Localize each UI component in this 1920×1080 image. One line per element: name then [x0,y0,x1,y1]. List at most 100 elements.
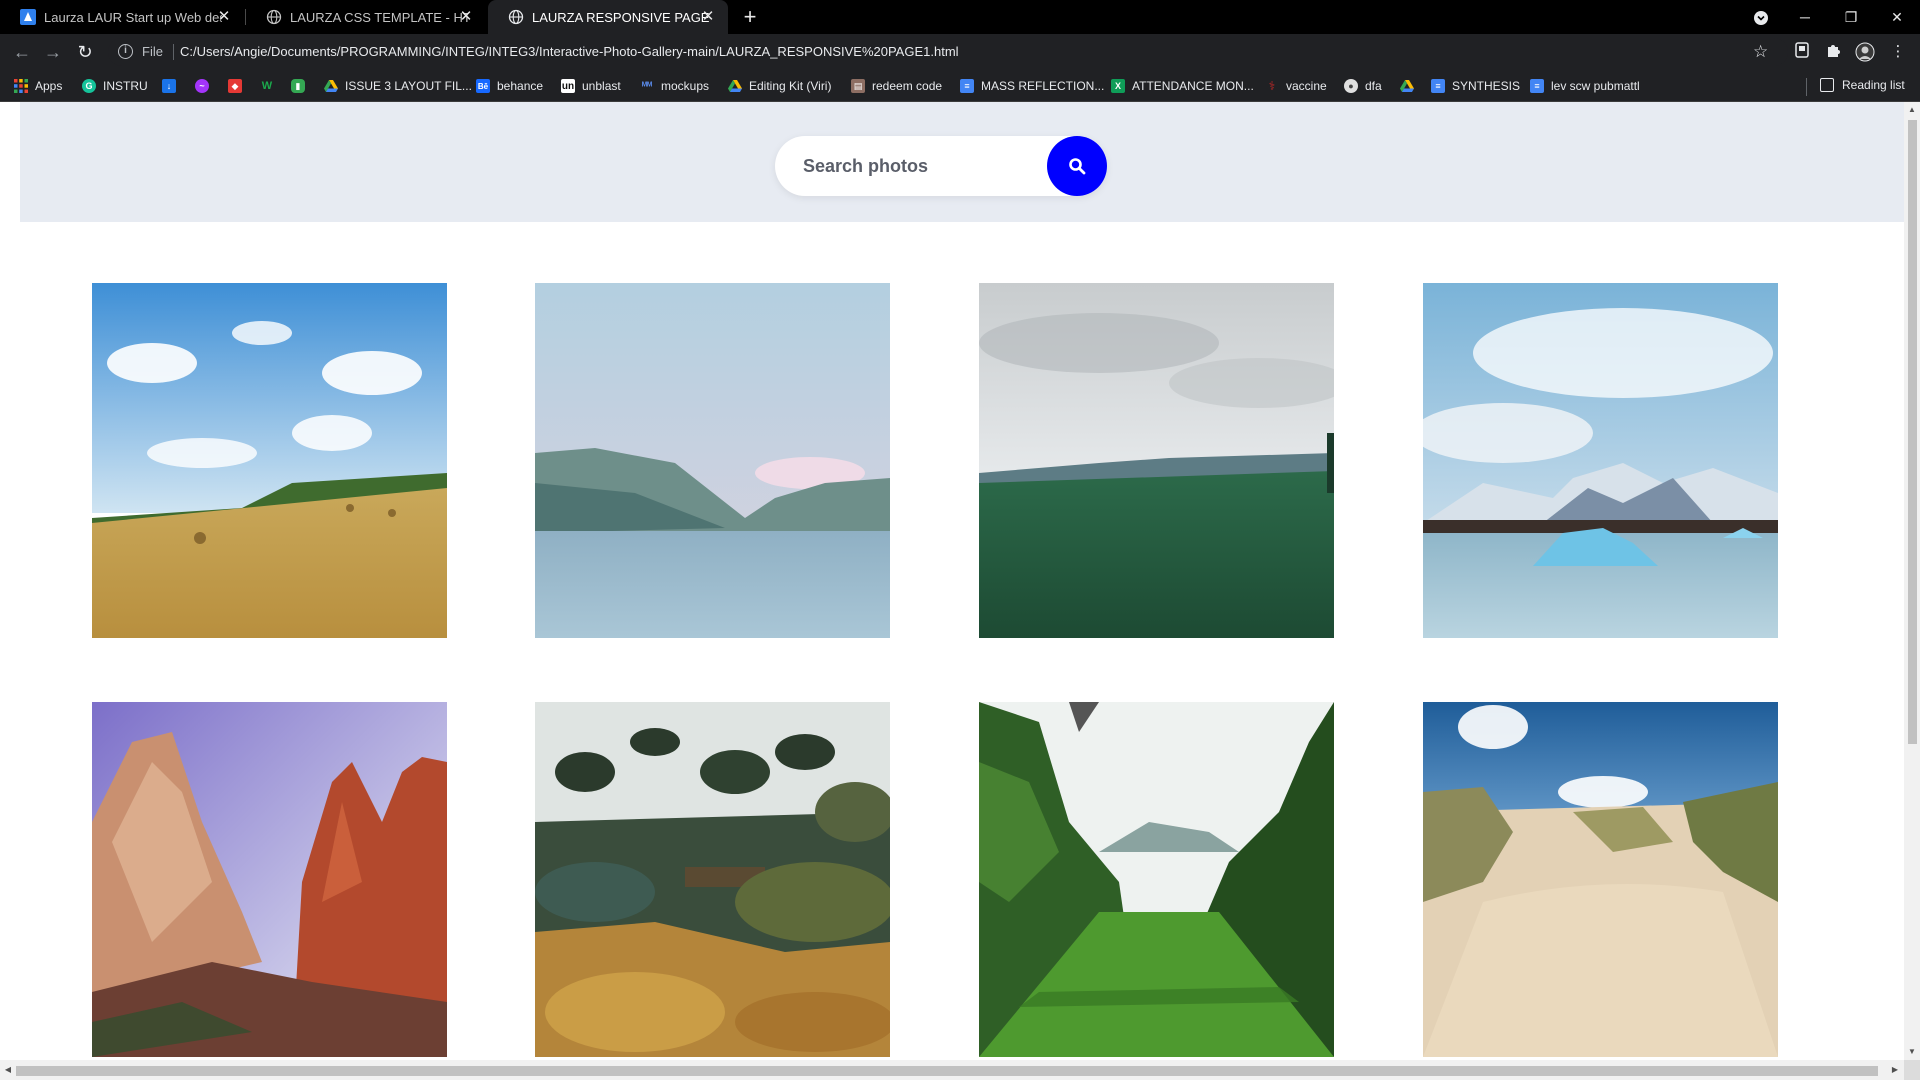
back-button[interactable]: ← [10,40,34,64]
photo-glacier-lagoon[interactable] [1423,283,1778,638]
search-input[interactable] [803,150,1023,182]
bookmark-webflow[interactable]: W [260,78,281,94]
unblast-icon: un [561,79,575,93]
redeem-icon: ▤ [851,79,865,93]
hay-field-image [92,283,447,638]
bookmark-label: lev scw pubmattl [1551,79,1640,93]
bookmark-lev-scw[interactable]: ≡ lev scw pubmattl [1530,78,1640,94]
bookmark-editing-kit[interactable]: Editing Kit (Viri) [728,78,831,94]
scroll-up-arrow-icon[interactable]: ▲ [1908,106,1916,114]
scheme-label: File [142,44,163,59]
photo-sand-dunes[interactable] [1423,702,1778,1057]
google-sheets-icon: X [1111,79,1125,93]
profile-avatar[interactable] [1855,42,1875,62]
search-icon [1069,158,1086,175]
bookmark-label: Apps [35,79,63,93]
address-divider [173,44,174,60]
scroll-down-arrow-icon[interactable]: ▼ [1908,1048,1916,1056]
address-bar[interactable]: i File C:/Users/Angie/Documents/PROGRAMM… [108,38,1788,66]
scroll-left-arrow-icon[interactable]: ◀ [3,1065,13,1075]
bookmark-synthesis[interactable]: ≡ SYNTHESIS [1431,78,1520,94]
bookmarks-divider [1806,78,1807,96]
new-tab-button[interactable]: + [738,5,762,29]
bookmark-apps[interactable]: Apps [14,78,62,94]
bookmark-mass-reflection[interactable]: ≡ MASS REFLECTION... [960,78,1104,94]
search-box [775,136,1107,196]
photo-hay-field[interactable] [92,283,447,638]
vertical-scrollbar[interactable]: ▲ ▼ [1904,102,1920,1060]
globe-icon [508,9,524,25]
search-button[interactable] [1047,136,1107,196]
dfa-icon: ● [1344,79,1358,93]
photo-autumn-garden[interactable] [535,702,890,1057]
bookmark-label: redeem code [872,79,943,93]
forward-button[interactable]: → [41,40,65,64]
bookmark-instru[interactable]: G INSTRU [82,78,148,94]
laurza-logo-icon [20,9,36,25]
horizontal-scroll-thumb[interactable] [16,1066,1878,1076]
minimize-button[interactable]: ─ [1782,0,1828,34]
bookmark-download[interactable]: ↓ [162,78,183,94]
bookmark-unblast[interactable]: un unblast [561,78,621,94]
reading-list-icon [1820,78,1834,92]
bottle-icon: ▮ [291,79,305,93]
vertical-scroll-thumb[interactable] [1908,120,1917,744]
sand-dunes-image [1423,702,1778,1057]
bookmark-behance[interactable]: Bē behance [476,78,543,94]
google-drive-icon [324,79,338,93]
autumn-garden-image [535,702,890,1057]
bookmark-redeem-code[interactable]: ▤ redeem code [851,78,942,94]
globe-icon [266,9,282,25]
horizontal-scrollbar[interactable]: ◀ ▶ [0,1060,1904,1080]
reading-list-label: Reading list [1842,78,1905,92]
green-valley-image [979,702,1334,1057]
bookmark-label: behance [497,79,544,93]
extensions-puzzle-icon[interactable] [1823,42,1843,62]
bookmark-star-icon[interactable]: ☆ [1753,42,1768,62]
bookmarks-bar: Apps G INSTRU ↓ ~ ◆ W ▮ ISSUE 3 LAYOUT F… [0,70,1920,102]
tab-laurza-start-up[interactable]: Laurza LAUR Start up Web design ✕ [0,0,244,34]
tab-title: Laurza LAUR Start up Web design [44,9,222,25]
bookmark-messenger[interactable]: ~ [195,78,216,94]
bookmark-label: INSTRU [103,79,148,93]
scrollbar-corner [1904,1060,1920,1080]
bookmark-label: mockups [661,79,710,93]
tab-laurza-css-template[interactable]: LAURZA CSS TEMPLATE - HTML/CSS ✕ [246,0,486,34]
bookmark-vaccine[interactable]: ⚕ vaccine [1265,78,1327,94]
webflow-icon: W [261,80,273,92]
tab-search-button[interactable] [1738,0,1784,34]
bookmark-attendance[interactable]: X ATTENDANCE MON... [1111,78,1254,94]
glacier-lagoon-image [1423,283,1778,638]
google-docs-icon: ≡ [960,79,974,93]
info-icon[interactable]: i [118,44,133,59]
bookmark-drive[interactable] [1400,78,1421,94]
close-icon[interactable]: ✕ [700,9,716,25]
extension-icon[interactable] [1792,42,1812,62]
bookmark-label: SYNTHESIS [1452,79,1521,93]
photo-mountain-lake[interactable] [535,283,890,638]
bookmark-shield[interactable]: ◆ [228,78,249,94]
reload-button[interactable]: ↻ [73,40,97,64]
bookmark-label: MASS REFLECTION... [981,79,1105,93]
bookmark-bottle[interactable]: ▮ [291,78,312,94]
url-text[interactable]: C:/Users/Angie/Documents/PROGRAMMING/INT… [180,44,959,59]
bookmark-dfa[interactable]: ● dfa [1344,78,1382,94]
grammarly-icon: G [82,79,96,93]
tab-laurza-responsive-page1[interactable]: LAURZA RESPONSIVE PAGE1 ✕ [488,0,728,34]
more-menu-icon[interactable]: ⋮ [1888,42,1908,62]
scroll-right-arrow-icon[interactable]: ▶ [1890,1065,1900,1075]
restore-button[interactable]: ❐ [1828,0,1874,34]
close-icon[interactable]: ✕ [216,9,232,25]
photo-green-meadow[interactable] [979,283,1334,638]
bookmark-label: ATTENDANCE MON... [1132,79,1254,93]
bookmark-mockups[interactable]: ᴹᴹ mockups [640,78,709,94]
reading-list-button[interactable]: Reading list [1820,78,1905,92]
photo-green-valley[interactable] [979,702,1334,1057]
tab-title: LAURZA CSS TEMPLATE - HTML/CSS [290,9,468,25]
green-meadow-image [979,283,1334,638]
bookmark-issue3-layout[interactable]: ISSUE 3 LAYOUT FIL... [324,78,472,94]
google-drive-icon [728,79,742,93]
photo-red-canyon[interactable] [92,702,447,1057]
close-window-button[interactable]: ✕ [1874,0,1920,34]
close-icon[interactable]: ✕ [458,9,474,25]
